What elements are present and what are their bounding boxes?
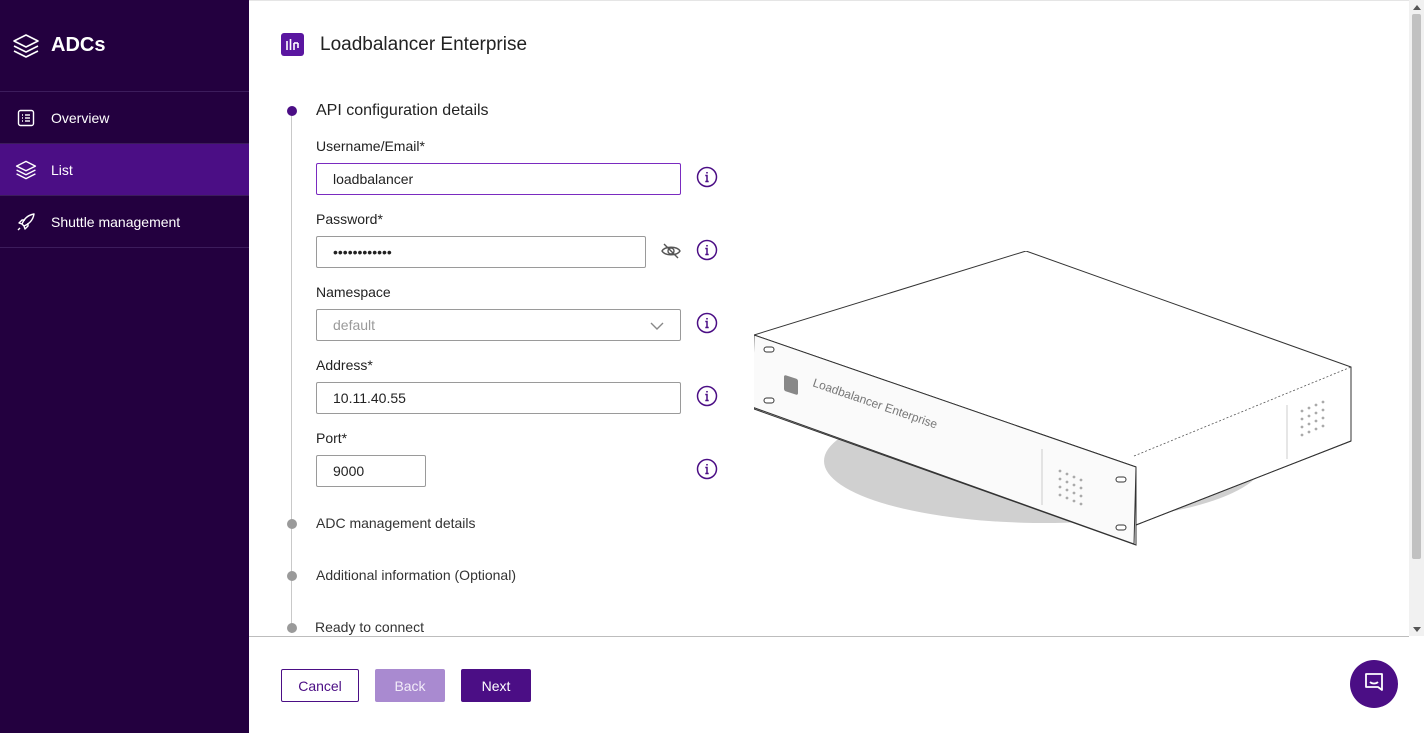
device-illustration: Loadbalancer Enterprise bbox=[754, 251, 1352, 546]
page-header: Loadbalancer Enterprise bbox=[281, 33, 527, 56]
sidebar-item-label: Shuttle management bbox=[51, 213, 181, 230]
address-field[interactable] bbox=[316, 382, 681, 414]
username-label: Username/Email* bbox=[316, 138, 425, 154]
namespace-select[interactable]: default bbox=[316, 309, 681, 341]
chevron-down-icon bbox=[650, 317, 664, 333]
step-indicator bbox=[287, 519, 297, 529]
footer-bar: Cancel Back Next bbox=[249, 636, 1409, 733]
sidebar-item-list[interactable]: List bbox=[0, 144, 249, 196]
scrollbar-thumb[interactable] bbox=[1412, 14, 1421, 559]
cancel-button[interactable]: Cancel bbox=[281, 669, 359, 702]
sidebar-item-label: List bbox=[51, 161, 73, 178]
step-title: API configuration details bbox=[316, 102, 489, 119]
namespace-label: Namespace bbox=[316, 284, 391, 300]
sidebar-item-label: Overview bbox=[51, 109, 110, 126]
address-label: Address* bbox=[316, 357, 373, 373]
scroll-down-arrow-icon[interactable] bbox=[1411, 624, 1422, 634]
rocket-icon bbox=[15, 211, 37, 233]
chat-icon bbox=[1362, 670, 1386, 699]
list-icon bbox=[15, 107, 37, 129]
info-icon[interactable] bbox=[696, 458, 718, 480]
product-logo-icon bbox=[281, 33, 304, 56]
step-title: ADC management details bbox=[316, 515, 476, 531]
password-label: Password* bbox=[316, 211, 383, 227]
step-indicator bbox=[287, 623, 297, 633]
step-title: Ready to connect bbox=[315, 619, 424, 635]
sidebar-item-shuttle-management[interactable]: Shuttle management bbox=[0, 196, 249, 248]
sidebar-brand: ADCs bbox=[0, 0, 249, 92]
step-indicator-active bbox=[287, 106, 297, 116]
info-icon[interactable] bbox=[696, 312, 718, 334]
stepper-line bbox=[291, 113, 292, 633]
sidebar-item-overview[interactable]: Overview bbox=[0, 92, 249, 144]
page-title: Loadbalancer Enterprise bbox=[320, 33, 528, 55]
main-content: Loadbalancer Enterprise API configuratio… bbox=[249, 0, 1409, 636]
port-field[interactable] bbox=[316, 455, 426, 487]
sidebar: ADCs Overview List Shuttle management bbox=[0, 0, 249, 733]
namespace-value: default bbox=[333, 317, 376, 333]
eye-off-icon[interactable] bbox=[660, 240, 682, 262]
username-field[interactable] bbox=[316, 163, 681, 195]
chat-button[interactable] bbox=[1350, 660, 1398, 708]
layers-icon bbox=[15, 159, 37, 181]
info-icon[interactable] bbox=[696, 166, 718, 188]
back-button[interactable]: Back bbox=[375, 669, 445, 702]
scroll-up-arrow-icon[interactable] bbox=[1411, 2, 1422, 12]
port-label: Port* bbox=[316, 430, 348, 446]
step-indicator bbox=[287, 571, 297, 581]
info-icon[interactable] bbox=[696, 385, 718, 407]
next-button[interactable]: Next bbox=[461, 669, 531, 702]
info-icon[interactable] bbox=[696, 239, 718, 261]
right-edge bbox=[1409, 636, 1424, 733]
step-title: Additional information (Optional) bbox=[316, 567, 516, 583]
layers-icon bbox=[12, 32, 40, 60]
sidebar-title: ADCs bbox=[51, 34, 106, 56]
password-field[interactable] bbox=[316, 236, 646, 268]
vertical-scrollbar[interactable] bbox=[1409, 0, 1424, 636]
